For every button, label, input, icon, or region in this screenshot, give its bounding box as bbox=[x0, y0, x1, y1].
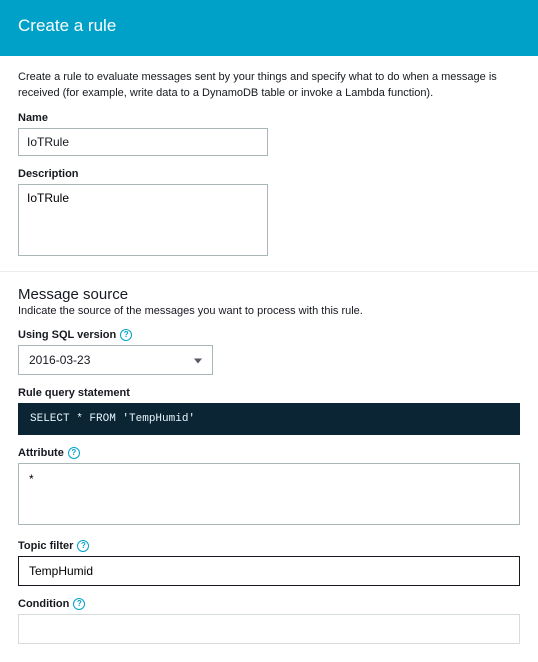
condition-field: Condition ? bbox=[18, 598, 520, 644]
sql-version-select[interactable]: 2016-03-23 bbox=[18, 345, 213, 375]
attribute-label-text: Attribute bbox=[18, 447, 64, 459]
name-field: Name bbox=[18, 112, 520, 156]
attribute-input[interactable] bbox=[18, 463, 520, 525]
message-source-section: Message source Indicate the source of th… bbox=[0, 286, 538, 662]
info-icon[interactable]: ? bbox=[68, 447, 80, 459]
query-statement-code: SELECT * FROM 'TempHumid' bbox=[18, 403, 520, 435]
page-title: Create a rule bbox=[18, 16, 520, 36]
sql-version-field: Using SQL version ? 2016-03-23 bbox=[18, 329, 520, 375]
topic-filter-field: Topic filter ? bbox=[18, 540, 520, 586]
intro-text: Create a rule to evaluate messages sent … bbox=[18, 70, 520, 102]
description-input[interactable]: <span></span> bbox=[18, 184, 268, 256]
description-field: Description <span></span> bbox=[18, 168, 520, 259]
description-label: Description bbox=[18, 168, 520, 180]
sql-version-label: Using SQL version ? bbox=[18, 329, 520, 341]
section-divider bbox=[0, 271, 538, 272]
attribute-label: Attribute ? bbox=[18, 447, 520, 459]
query-statement-label: Rule query statement bbox=[18, 387, 520, 399]
sql-version-select-wrap: 2016-03-23 bbox=[18, 345, 213, 375]
query-statement-field: Rule query statement SELECT * FROM 'Temp… bbox=[18, 387, 520, 435]
message-source-title: Message source bbox=[18, 286, 520, 303]
topic-filter-input[interactable] bbox=[18, 556, 520, 586]
message-source-subtitle: Indicate the source of the messages you … bbox=[18, 305, 520, 317]
attribute-field: Attribute ? bbox=[18, 447, 520, 528]
sql-version-label-text: Using SQL version bbox=[18, 329, 116, 341]
name-input[interactable] bbox=[18, 128, 268, 156]
name-label: Name bbox=[18, 112, 520, 124]
page-banner: Create a rule bbox=[0, 0, 538, 56]
topic-filter-label: Topic filter ? bbox=[18, 540, 520, 552]
condition-input[interactable] bbox=[18, 614, 520, 644]
topic-filter-label-text: Topic filter bbox=[18, 540, 73, 552]
content-top: Create a rule to evaluate messages sent … bbox=[0, 56, 538, 259]
info-icon[interactable]: ? bbox=[77, 540, 89, 552]
info-icon[interactable]: ? bbox=[120, 329, 132, 341]
